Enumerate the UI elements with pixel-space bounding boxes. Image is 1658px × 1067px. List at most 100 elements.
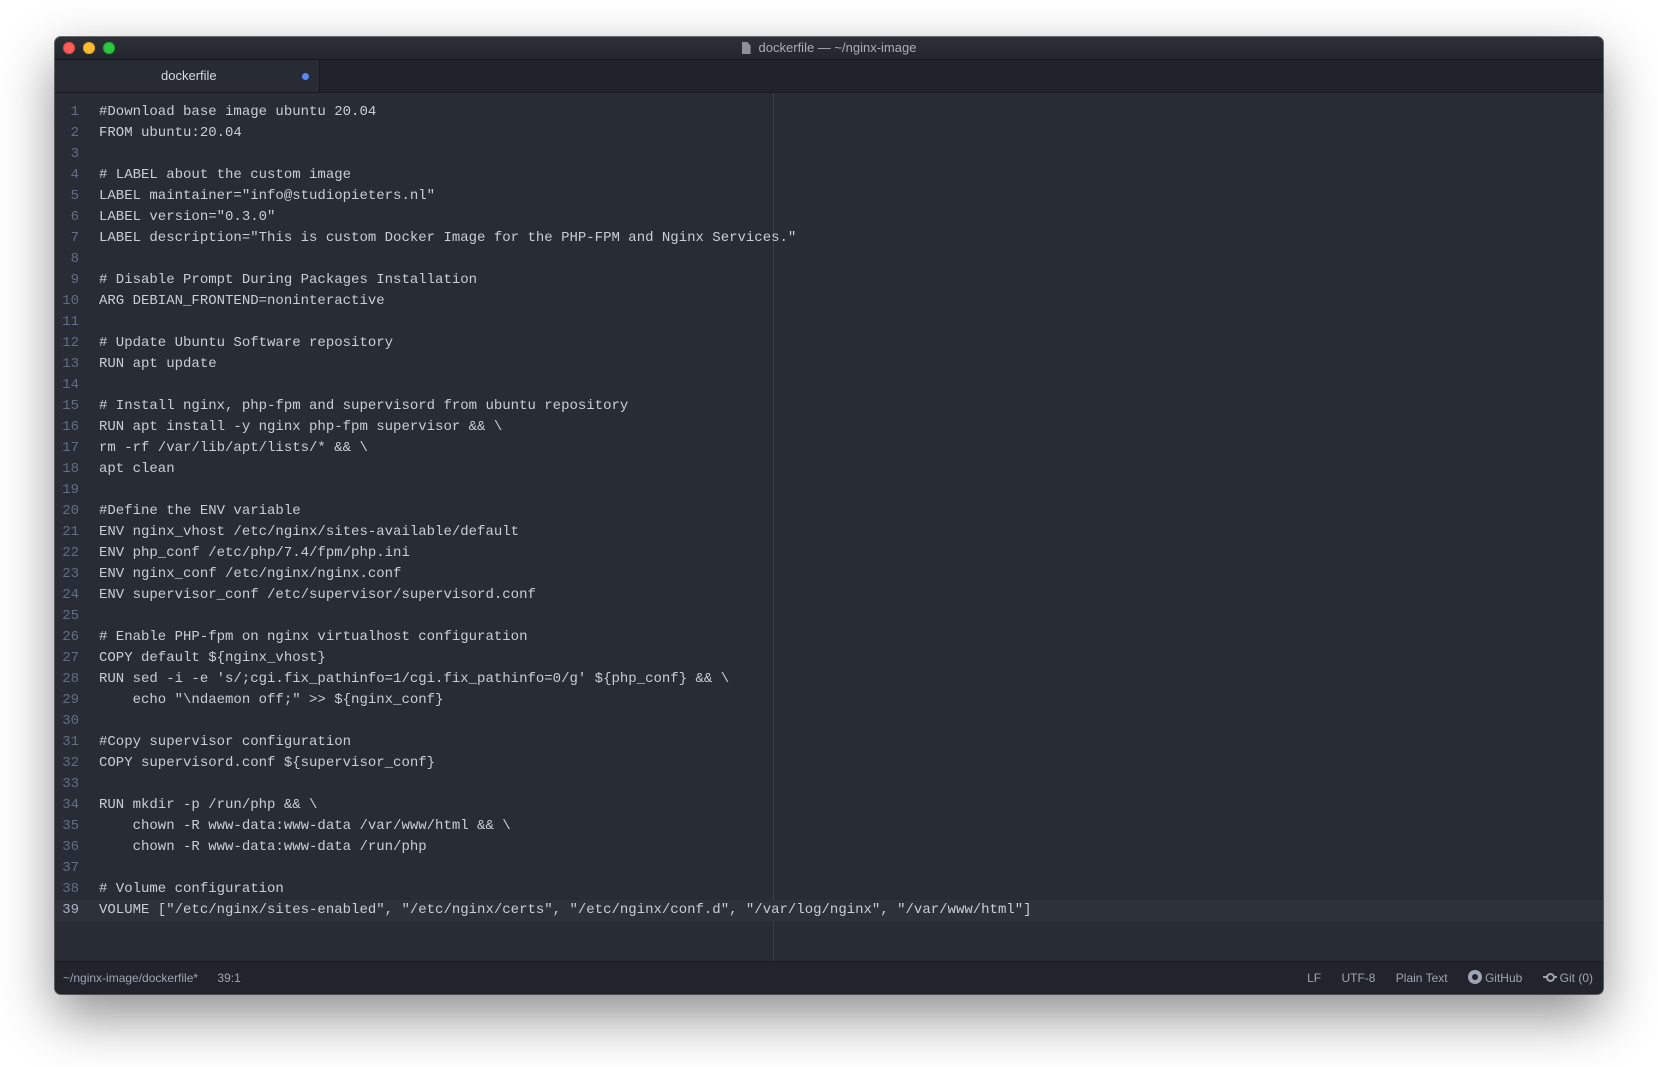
window-title: dockerfile — ~/nginx-image [55, 37, 1603, 59]
line-text[interactable]: RUN apt install -y nginx php-fpm supervi… [99, 417, 502, 438]
line-text[interactable]: ENV php_conf /etc/php/7.4/fpm/php.ini [99, 543, 410, 564]
line-number: 6 [70, 209, 79, 225]
text-editor[interactable]: 1 #Download base image ubuntu 20.04 2 FROM … [55, 93, 1603, 961]
line-number: 8 [70, 251, 79, 267]
cursor-position[interactable]: 39:1 [217, 971, 240, 985]
code-line[interactable]: 20 #Define the ENV variable [55, 501, 1603, 522]
code-line[interactable]: 1 #Download base image ubuntu 20.04 [55, 102, 1603, 123]
code-line[interactable]: 38 # Volume configuration [55, 879, 1603, 900]
line-text[interactable]: # LABEL about the custom image [99, 165, 351, 186]
line-text[interactable]: chown -R www-data:www-data /var/www/html… [99, 816, 511, 837]
line-number: 27 [62, 650, 79, 666]
line-number: 30 [62, 713, 79, 729]
line-text[interactable]: ENV supervisor_conf /etc/supervisor/supe… [99, 585, 536, 606]
code-line[interactable]: 33 [55, 774, 1603, 795]
code-line[interactable]: 4 # LABEL about the custom image [55, 165, 1603, 186]
git-button[interactable]: Git (0) [1542, 971, 1593, 985]
code-lines[interactable]: 1 #Download base image ubuntu 20.04 2 FROM … [55, 102, 1603, 921]
code-line[interactable]: 36 chown -R www-data:www-data /run/php [55, 837, 1603, 858]
code-line[interactable]: 12 # Update Ubuntu Software repository [55, 333, 1603, 354]
line-text[interactable]: LABEL description="This is custom Docker… [99, 228, 796, 249]
line-text[interactable]: #Download base image ubuntu 20.04 [99, 102, 376, 123]
line-text[interactable]: # Install nginx, php-fpm and supervisord… [99, 396, 628, 417]
code-line[interactable]: 23 ENV nginx_conf /etc/nginx/nginx.conf [55, 564, 1603, 585]
encoding-selector[interactable]: UTF-8 [1341, 971, 1375, 985]
line-text[interactable]: VOLUME ["/etc/nginx/sites-enabled", "/et… [99, 900, 1032, 921]
line-text[interactable]: chown -R www-data:www-data /run/php [99, 837, 427, 858]
code-line[interactable]: 37 [55, 858, 1603, 879]
grammar-selector[interactable]: Plain Text [1396, 971, 1448, 985]
file-path[interactable]: ~/nginx-image/dockerfile* [63, 971, 198, 985]
line-text[interactable]: RUN apt update [99, 354, 217, 375]
code-line[interactable]: 10 ARG DEBIAN_FRONTEND=noninteractive [55, 291, 1603, 312]
line-number: 16 [62, 419, 79, 435]
line-text[interactable]: # Update Ubuntu Software repository [99, 333, 393, 354]
line-text[interactable]: ARG DEBIAN_FRONTEND=noninteractive [99, 291, 385, 312]
line-text[interactable]: # Enable PHP-fpm on nginx virtualhost co… [99, 627, 527, 648]
tab-dockerfile[interactable]: dockerfile [55, 60, 320, 92]
line-text[interactable]: rm -rf /var/lib/apt/lists/* && \ [99, 438, 368, 459]
line-text[interactable]: RUN sed -i -e 's/;cgi.fix_pathinfo=1/cgi… [99, 669, 729, 690]
code-line[interactable]: 39 VOLUME ["/etc/nginx/sites-enabled", "/… [55, 900, 1603, 921]
line-text[interactable]: # Volume configuration [99, 879, 284, 900]
code-line[interactable]: 35 chown -R www-data:www-data /var/www/h… [55, 816, 1603, 837]
code-line[interactable]: 7 LABEL description="This is custom Docke… [55, 228, 1603, 249]
line-number: 13 [62, 356, 79, 372]
line-text[interactable]: echo "\ndaemon off;" >> ${nginx_conf} [99, 690, 444, 711]
code-line[interactable]: 26 # Enable PHP-fpm on nginx virtualhost … [55, 627, 1603, 648]
code-line[interactable]: 28 RUN sed -i -e 's/;cgi.fix_pathinfo=1/c… [55, 669, 1603, 690]
line-number: 32 [62, 755, 79, 771]
line-text[interactable]: COPY supervisord.conf ${supervisor_conf} [99, 753, 435, 774]
line-number: 1 [70, 104, 79, 120]
code-line[interactable]: 6 LABEL version="0.3.0" [55, 207, 1603, 228]
code-line[interactable]: 18 apt clean [55, 459, 1603, 480]
code-line[interactable]: 22 ENV php_conf /etc/php/7.4/fpm/php.ini [55, 543, 1603, 564]
line-text[interactable]: RUN mkdir -p /run/php && \ [99, 795, 317, 816]
line-text[interactable]: COPY default ${nginx_vhost} [99, 648, 326, 669]
code-line[interactable]: 27 COPY default ${nginx_vhost} [55, 648, 1603, 669]
line-text[interactable]: ENV nginx_vhost /etc/nginx/sites-availab… [99, 522, 519, 543]
code-line[interactable]: 30 [55, 711, 1603, 732]
line-number: 37 [62, 860, 79, 876]
code-line[interactable]: 31 #Copy supervisor configuration [55, 732, 1603, 753]
modified-indicator-icon[interactable] [302, 73, 309, 80]
line-text[interactable]: LABEL maintainer="info@studiopieters.nl" [99, 186, 435, 207]
line-text[interactable]: apt clean [99, 459, 175, 480]
line-number: 36 [62, 839, 79, 855]
code-line[interactable]: 15 # Install nginx, php-fpm and superviso… [55, 396, 1603, 417]
code-line[interactable]: 25 [55, 606, 1603, 627]
code-line[interactable]: 29 echo "\ndaemon off;" >> ${nginx_conf} [55, 690, 1603, 711]
code-line[interactable]: 32 COPY supervisord.conf ${supervisor_con… [55, 753, 1603, 774]
line-text[interactable]: #Copy supervisor configuration [99, 732, 351, 753]
git-label: Git (0) [1559, 971, 1593, 985]
line-text[interactable]: ENV nginx_conf /etc/nginx/nginx.conf [99, 564, 401, 585]
line-text[interactable]: #Define the ENV variable [99, 501, 301, 522]
code-line[interactable]: 13 RUN apt update [55, 354, 1603, 375]
editor-window: dockerfile — ~/nginx-image dockerfile 1 #… [55, 37, 1603, 994]
code-line[interactable]: 21 ENV nginx_vhost /etc/nginx/sites-avail… [55, 522, 1603, 543]
line-number: 4 [70, 167, 79, 183]
line-number: 35 [62, 818, 79, 834]
document-icon [741, 42, 751, 54]
code-line[interactable]: 9 # Disable Prompt During Packages Instal… [55, 270, 1603, 291]
line-number: 15 [62, 398, 79, 414]
code-line[interactable]: 11 [55, 312, 1603, 333]
code-line[interactable]: 3 [55, 144, 1603, 165]
code-line[interactable]: 17 rm -rf /var/lib/apt/lists/* && \ [55, 438, 1603, 459]
code-line[interactable]: 2 FROM ubuntu:20.04 [55, 123, 1603, 144]
line-text[interactable]: # Disable Prompt During Packages Install… [99, 270, 477, 291]
github-button[interactable]: GitHub [1467, 970, 1522, 985]
line-ending-selector[interactable]: LF [1307, 971, 1321, 985]
line-number: 2 [70, 125, 79, 141]
code-line[interactable]: 16 RUN apt install -y nginx php-fpm super… [55, 417, 1603, 438]
code-line[interactable]: 14 [55, 375, 1603, 396]
title-bar: dockerfile — ~/nginx-image [55, 37, 1603, 60]
line-number: 11 [62, 314, 79, 330]
code-line[interactable]: 8 [55, 249, 1603, 270]
code-line[interactable]: 24 ENV supervisor_conf /etc/supervisor/su… [55, 585, 1603, 606]
code-line[interactable]: 19 [55, 480, 1603, 501]
code-line[interactable]: 5 LABEL maintainer="info@studiopieters.nl… [55, 186, 1603, 207]
line-text[interactable]: FROM ubuntu:20.04 [99, 123, 242, 144]
line-text[interactable]: LABEL version="0.3.0" [99, 207, 275, 228]
code-line[interactable]: 34 RUN mkdir -p /run/php && \ [55, 795, 1603, 816]
